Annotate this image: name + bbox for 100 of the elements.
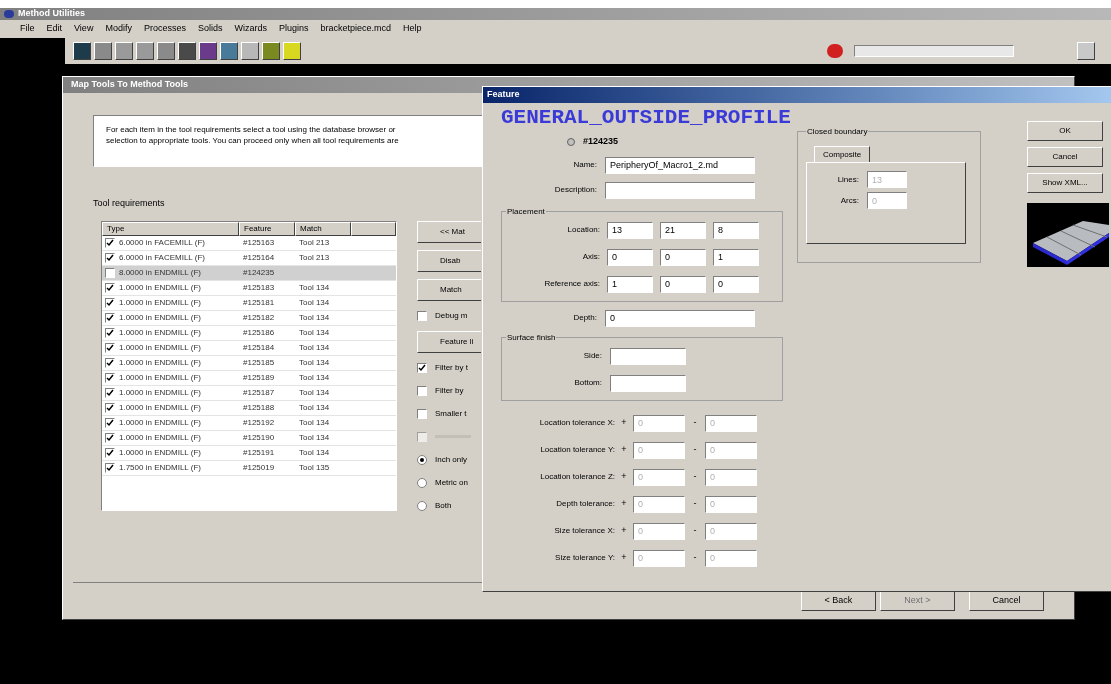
- menu-item[interactable]: Plugins: [278, 22, 309, 36]
- instruction-text: For each item in the tool requirements select a tool using the database browser or: [106, 124, 396, 135]
- checkbox[interactable]: [105, 282, 115, 293]
- checkbox[interactable]: [105, 252, 115, 263]
- side-button[interactable]: Feature li: [417, 330, 481, 353]
- checkbox[interactable]: [105, 447, 115, 458]
- checkbox[interactable]: [105, 342, 115, 353]
- menu-item[interactable]: Wizards: [234, 22, 267, 36]
- text-field[interactable]: 21: [660, 221, 706, 239]
- checkbox[interactable]: [105, 417, 115, 428]
- table-cell: #125192: [243, 417, 275, 427]
- checkbox[interactable]: [105, 432, 115, 443]
- table-cell: 1.0000 in ENDMILL (F): [119, 416, 201, 429]
- plus-sign: +: [620, 497, 628, 511]
- text-field[interactable]: 13: [607, 221, 653, 239]
- text-field[interactable]: 0: [713, 275, 759, 293]
- text-field[interactable]: 1: [713, 248, 759, 266]
- checkbox[interactable]: [105, 462, 115, 473]
- dialog-button[interactable]: OK: [1027, 121, 1103, 141]
- dialog-button[interactable]: Show XML...: [1027, 173, 1103, 193]
- text-field[interactable]: 8: [713, 221, 759, 239]
- text-field[interactable]: [605, 181, 755, 199]
- menu-item[interactable]: Edit: [46, 22, 63, 36]
- text-field[interactable]: 0: [660, 275, 706, 293]
- checkbox[interactable]: [417, 385, 427, 396]
- checkbox[interactable]: [105, 267, 115, 278]
- toolbar-icon[interactable]: [283, 42, 301, 60]
- checkbox[interactable]: [105, 327, 115, 338]
- plus-sign: +: [620, 551, 628, 565]
- table-cell: #125190: [243, 432, 275, 442]
- table-cell: 1.0000 in ENDMILL (F): [119, 356, 201, 369]
- checkbox[interactable]: [105, 357, 115, 368]
- footer-button[interactable]: < Back: [801, 591, 876, 611]
- stop-icon[interactable]: [827, 44, 843, 58]
- window-title: Method Utilities: [18, 7, 85, 21]
- menu-item[interactable]: File: [20, 22, 35, 36]
- feature-id: #124235: [583, 135, 619, 148]
- feature-heading: GENERAL_OUTSIDE_PROFILE: [501, 105, 791, 131]
- tab[interactable]: Composite: [814, 146, 871, 162]
- field-label: Location:: [566, 224, 601, 236]
- column-header[interactable]: Feature: [239, 221, 295, 236]
- side-button[interactable]: Disab: [417, 249, 481, 272]
- text-field[interactable]: [610, 347, 686, 365]
- checkbox[interactable]: [105, 372, 115, 383]
- toolbar-icon[interactable]: [241, 42, 259, 60]
- toolbar-icon[interactable]: [178, 42, 196, 60]
- toolbar-icon[interactable]: [73, 42, 91, 60]
- dialog-button[interactable]: Cancel: [1027, 147, 1103, 167]
- checkbox[interactable]: [105, 402, 115, 413]
- table-cell: 1.0000 in ENDMILL (F): [119, 281, 201, 294]
- column-header[interactable]: Match: [295, 221, 351, 236]
- radio-button[interactable]: [417, 454, 427, 465]
- text-field[interactable]: [610, 374, 686, 392]
- side-button[interactable]: Match: [417, 278, 481, 301]
- checkbox[interactable]: [105, 312, 115, 323]
- toolbar-icon[interactable]: [1077, 42, 1095, 60]
- table-cell: #125164: [243, 252, 275, 262]
- checkbox[interactable]: [105, 237, 115, 248]
- menu-item[interactable]: Modify: [105, 22, 132, 36]
- table-cell: Tool 134: [299, 327, 330, 337]
- toolbar-icon[interactable]: [262, 42, 280, 60]
- table-cell: 8.0000 in ENDMILL (F): [119, 266, 201, 279]
- radio-button[interactable]: [417, 477, 427, 488]
- text-field[interactable]: 0: [660, 248, 706, 266]
- table-cell: #125163: [243, 237, 275, 247]
- checkbox[interactable]: [105, 387, 115, 398]
- table-cell: #125184: [243, 342, 275, 352]
- table-cell: 6.0000 in FACEMILL (F): [119, 251, 205, 264]
- toolbar-icon[interactable]: [136, 42, 154, 60]
- toolbar-icon[interactable]: [115, 42, 133, 60]
- menu-item[interactable]: View: [74, 22, 94, 36]
- radio-button[interactable]: [417, 500, 427, 511]
- side-button[interactable]: << Mat: [417, 220, 481, 243]
- text-field[interactable]: 1: [607, 275, 653, 293]
- checkbox[interactable]: [417, 310, 427, 321]
- toolbar-icon[interactable]: [94, 42, 112, 60]
- toolbar-icon[interactable]: [157, 42, 175, 60]
- field-label: Depth:: [572, 312, 597, 324]
- table-cell: #125185: [243, 357, 275, 367]
- menu-item[interactable]: Solids: [197, 22, 223, 36]
- menu-item[interactable]: Help: [403, 22, 422, 36]
- checkbox[interactable]: [417, 362, 427, 373]
- text-field[interactable]: PeripheryOf_Macro1_2.md: [605, 156, 755, 174]
- field-label: Reference axis:: [543, 278, 601, 290]
- column-header[interactable]: Type: [102, 221, 239, 236]
- minus-sign: -: [692, 470, 698, 484]
- text-field[interactable]: 0: [605, 309, 755, 327]
- text-field[interactable]: 0: [607, 248, 653, 266]
- menu-item[interactable]: bracketpiece.mcd: [320, 22, 392, 36]
- menu-item[interactable]: Processes: [143, 22, 186, 36]
- checkbox[interactable]: [417, 408, 427, 419]
- table-cell: Tool 135: [299, 462, 330, 472]
- checkbox[interactable]: [105, 297, 115, 308]
- table-cell: Tool 134: [299, 282, 330, 292]
- toolbar-icon[interactable]: [199, 42, 217, 60]
- checkbox-label: Smaller t: [435, 407, 467, 420]
- table-cell: #125186: [243, 327, 275, 337]
- footer-button[interactable]: Cancel: [969, 591, 1044, 611]
- toolbar-icon[interactable]: [220, 42, 238, 60]
- field-label: Depth tolerance:: [555, 498, 615, 510]
